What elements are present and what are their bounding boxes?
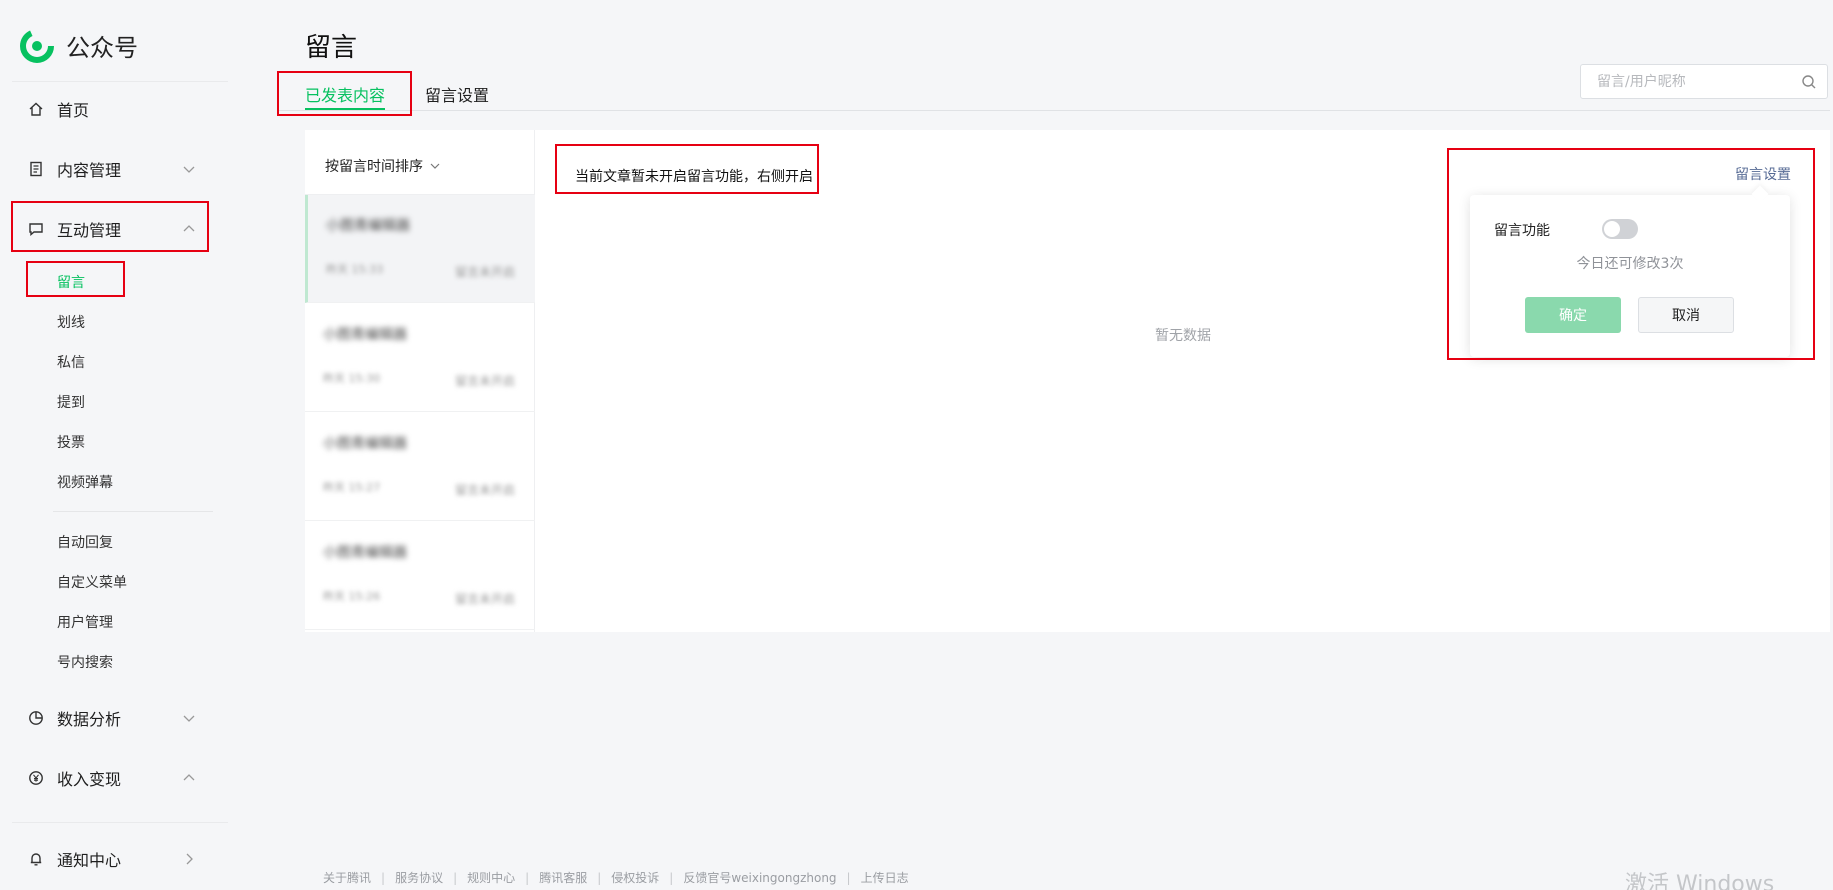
article-time: 昨天 15:27 (323, 481, 381, 494)
list-item[interactable]: 小图青编辑器 昨天 15:30 留言未开启 (305, 304, 535, 412)
list-item[interactable]: 小图青编辑器 昨天 15:33 留言未开启 (305, 195, 535, 303)
tab-published-content[interactable]: 已发表内容 (305, 82, 385, 106)
sidebar-divider (12, 81, 228, 82)
footer-link-feedback[interactable]: 反馈官号weixingongzhong (683, 869, 836, 886)
list-item[interactable]: 小图青编辑器 昨天 15:26 留言未开启 (305, 522, 535, 630)
sort-dropdown[interactable]: 按留言时间排序 (325, 156, 441, 176)
wechat-official-logo-icon (20, 28, 54, 63)
footer-link-upload-log[interactable]: 上传日志 (861, 869, 909, 886)
comment-settings-link[interactable]: 留言设置 (1735, 164, 1791, 184)
chevron-up-icon (182, 771, 196, 785)
sidebar-subitem-user-management[interactable]: 用户管理 (57, 612, 113, 632)
brand-logo[interactable]: 公众号 (20, 28, 138, 63)
chevron-up-icon (182, 222, 196, 236)
footer-separator: | (525, 870, 530, 885)
sidebar-subitem-vote[interactable]: 投票 (57, 432, 85, 452)
chevron-down-icon (429, 160, 441, 172)
sidebar-item-content[interactable]: 内容管理 (12, 149, 208, 189)
sidebar-divider (53, 511, 213, 512)
footer-separator: | (669, 870, 674, 885)
article-title: 小图青编辑器 (323, 436, 407, 452)
page-title: 留言 (305, 33, 358, 63)
article-time: 昨天 15:26 (323, 590, 381, 603)
search-input[interactable] (1597, 72, 1787, 92)
article-title: 小图青编辑器 (323, 327, 407, 343)
footer-link-terms[interactable]: 服务协议 (395, 869, 443, 886)
home-icon (28, 101, 44, 117)
article-time: 昨天 15:30 (323, 372, 381, 385)
bell-icon (28, 851, 44, 867)
sidebar-item-label: 通知中心 (57, 851, 122, 870)
sidebar-subitem-custom-menu[interactable]: 自定义菜单 (57, 572, 127, 592)
footer-separator: | (597, 870, 602, 885)
sidebar-subitem-mentions[interactable]: 提到 (57, 392, 85, 412)
footer: 关于腾讯 | 服务协议 | 规则中心 | 腾讯客服 | 侵权投诉 | 反馈官号weixin… (323, 869, 909, 886)
tabs-divider (278, 110, 1830, 111)
sidebar-item-label: 内容管理 (57, 161, 122, 180)
sidebar-divider (12, 822, 228, 823)
document-icon (28, 161, 44, 177)
brand-name: 公众号 (66, 34, 138, 62)
sidebar-subitem-danmaku[interactable]: 视频弹幕 (57, 472, 113, 492)
article-status: 留言未开启 (454, 374, 515, 388)
sidebar-item-home[interactable]: 首页 (12, 89, 208, 129)
sidebar-item-label: 互动管理 (57, 221, 122, 240)
sidebar-subitem-underline[interactable]: 划线 (57, 312, 85, 332)
article-status: 留言未开启 (454, 483, 515, 497)
footer-separator: | (846, 870, 851, 885)
article-title: 小图青编辑器 (326, 218, 410, 234)
footer-separator: | (453, 870, 458, 885)
sidebar-item-interaction[interactable]: 互动管理 (12, 209, 208, 249)
comment-function-toggle[interactable] (1602, 219, 1638, 239)
sidebar-subitem-comments[interactable]: 留言 (57, 272, 85, 292)
yen-icon (28, 770, 44, 786)
comments-disabled-notice: 当前文章暂未开启留言功能，右侧开启 (575, 169, 813, 185)
footer-link-infringement[interactable]: 侵权投诉 (611, 869, 659, 886)
sidebar-item-analytics[interactable]: 数据分析 (12, 698, 208, 738)
comment-icon (28, 221, 44, 237)
sidebar-item-notifications[interactable]: 通知中心 (12, 839, 208, 879)
sort-label: 按留言时间排序 (325, 159, 423, 175)
chevron-right-icon (182, 852, 196, 866)
sidebar-item-label: 收入变现 (57, 770, 122, 789)
sidebar: 公众号 首页 内容管理 互动管理 留言 划线 私信 提到 投票 视频弹幕 自动回… (0, 0, 228, 890)
footer-link-support[interactable]: 腾讯客服 (539, 869, 587, 886)
pie-chart-icon (28, 710, 44, 726)
chevron-down-icon (182, 162, 196, 176)
sidebar-item-revenue[interactable]: 收入变现 (12, 758, 208, 798)
empty-state: 暂无数据 (1155, 328, 1211, 344)
article-status: 留言未开启 (454, 265, 515, 279)
search-icon[interactable] (1801, 74, 1817, 90)
comments-panel: 按留言时间排序 小图青编辑器 昨天 15:33 留言未开启 小图青编辑器 昨天 … (305, 130, 1830, 632)
footer-link-rules[interactable]: 规则中心 (467, 869, 515, 886)
article-title: 小图青编辑器 (323, 545, 407, 561)
cancel-button[interactable]: 取消 (1638, 297, 1734, 333)
comment-function-label: 留言功能 (1494, 223, 1550, 239)
toggle-knob (1604, 221, 1620, 237)
article-time: 昨天 15:33 (326, 263, 384, 276)
remaining-changes-hint: 今日还可修改3次 (1576, 256, 1684, 272)
article-list: 按留言时间排序 小图青编辑器 昨天 15:33 留言未开启 小图青编辑器 昨天 … (305, 130, 535, 632)
tab-comment-settings[interactable]: 留言设置 (425, 82, 489, 106)
sidebar-subitem-account-search[interactable]: 号内搜索 (57, 652, 113, 672)
sidebar-item-label: 数据分析 (57, 710, 122, 729)
sidebar-subitem-messages[interactable]: 私信 (57, 352, 85, 372)
article-status: 留言未开启 (454, 592, 515, 606)
chevron-down-icon (182, 711, 196, 725)
footer-separator: | (381, 870, 386, 885)
footer-link-about[interactable]: 关于腾讯 (323, 869, 371, 886)
sidebar-item-label: 首页 (57, 101, 90, 120)
list-item[interactable]: 小图青编辑器 昨天 15:27 留言未开启 (305, 413, 535, 521)
sidebar-subitem-auto-reply[interactable]: 自动回复 (57, 532, 113, 552)
comment-settings-popover: 留言功能 今日还可修改3次 确定 取消 (1470, 195, 1790, 357)
confirm-button[interactable]: 确定 (1525, 297, 1621, 333)
windows-activation-watermark: 激活 Windows (1625, 872, 1775, 890)
search-box (1580, 64, 1828, 99)
